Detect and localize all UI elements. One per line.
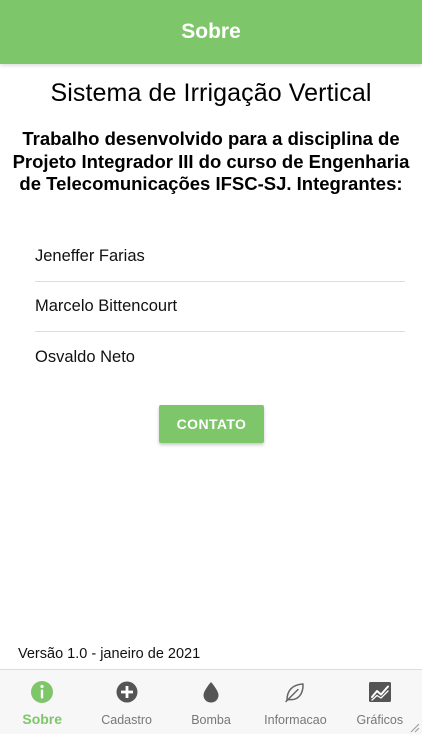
tab-bomba[interactable]: Bomba (169, 670, 253, 734)
tab-informacao[interactable]: Informacao (253, 670, 337, 734)
list-item: Jeneffer Farias (35, 232, 405, 282)
chart-icon (368, 680, 392, 704)
tab-label: Bomba (191, 713, 231, 727)
water-drop-icon (199, 680, 223, 704)
tab-label: Gráficos (356, 713, 404, 727)
app-root: Sobre Sistema de Irrigação Vertical Trab… (0, 0, 422, 734)
member-list: Jeneffer Farias Marcelo Bittencourt Osva… (35, 232, 405, 382)
leaf-icon (283, 680, 307, 704)
tab-label: Cadastro (101, 713, 152, 727)
bottom-tab-bar: Sobre Cadastro Bomba Informacao Gráficos (0, 669, 422, 734)
list-item: Marcelo Bittencourt (35, 282, 405, 332)
page-title: Sistema de Irrigação Vertical (50, 79, 372, 107)
resize-grip-icon[interactable] (408, 720, 420, 733)
header-title: Sobre (181, 20, 241, 43)
tab-cadastro[interactable]: Cadastro (84, 670, 168, 734)
info-icon (30, 680, 54, 704)
project-description: Trabalho desenvolvido para a disciplina … (12, 128, 410, 194)
tab-sobre[interactable]: Sobre (0, 670, 84, 734)
list-item: Osvaldo Neto (35, 347, 135, 366)
contact-button[interactable]: CONTATO (159, 405, 264, 443)
add-circle-icon (115, 680, 139, 704)
version-text: Versão 1.0 - janeiro de 2021 (18, 646, 201, 662)
tab-label: Sobre (22, 711, 63, 727)
tab-label: Informacao (264, 713, 327, 727)
app-header: Sobre (0, 0, 422, 64)
